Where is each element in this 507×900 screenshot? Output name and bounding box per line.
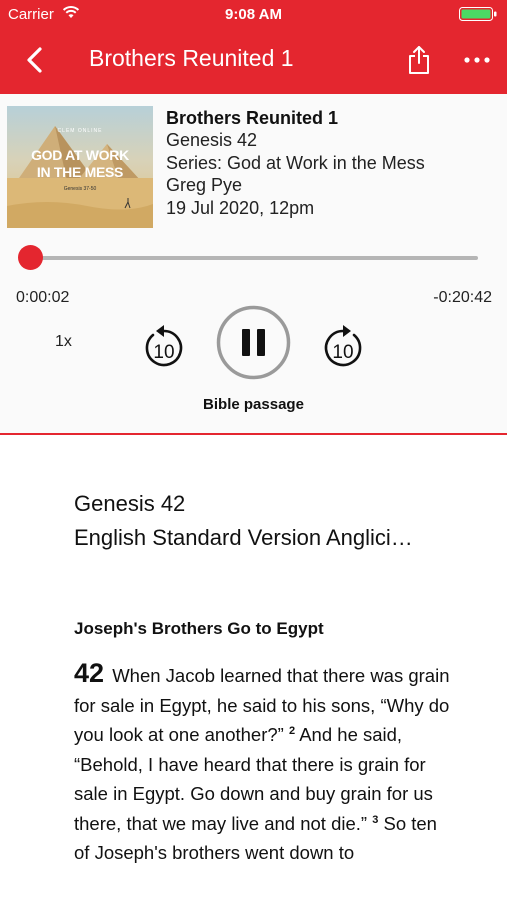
elapsed-time: 0:00:02 xyxy=(16,289,70,306)
chapter-number: 42 xyxy=(74,658,105,688)
artwork-title-line1: GOD AT WORK xyxy=(31,147,129,163)
app-header: Carrier 9:08 AM Brothers Reunited 1 xyxy=(0,0,507,94)
episode-passage: Genesis 42 xyxy=(166,130,258,150)
back-icon[interactable] xyxy=(22,46,48,74)
episode-info: Brothers Reunited 1 Genesis 42 Series: G… xyxy=(166,106,496,219)
verse-number-3: 3 xyxy=(372,813,379,826)
battery-icon xyxy=(459,7,497,21)
progress-thumb[interactable] xyxy=(18,245,43,270)
artwork-title-line2: IN THE MESS xyxy=(36,164,124,180)
progress-track[interactable] xyxy=(22,256,478,260)
playback-speed-button[interactable]: 1x xyxy=(55,333,72,351)
artwork-reference: Genesis 37-50 xyxy=(63,186,97,192)
verse-number-2: 2 xyxy=(288,724,296,737)
episode-artwork: CLEM ONLINE GOD AT WORK IN THE MESS Gene… xyxy=(7,106,153,228)
episode-title: Brothers Reunited 1 xyxy=(166,108,339,128)
bible-content: Genesis 42 English Standard Version Angl… xyxy=(0,435,507,900)
skip-back-icon[interactable]: 10 xyxy=(141,321,187,369)
skip-back-seconds: 10 xyxy=(153,342,174,363)
section-heading: Joseph's Brothers Go to Egypt xyxy=(74,619,324,638)
pause-button[interactable] xyxy=(216,305,291,380)
pause-icon-left xyxy=(242,329,250,356)
episode-date: 19 Jul 2020, 12pm xyxy=(166,197,315,218)
bible-passage-label: Bible passage xyxy=(203,396,304,413)
clock: 9:08 AM xyxy=(225,6,282,23)
remaining-time: -0:20:42 xyxy=(433,289,492,306)
bible-reference: Genesis 42 xyxy=(74,491,186,516)
more-options-icon[interactable] xyxy=(462,54,492,66)
pause-icon-right xyxy=(257,329,265,356)
bible-version: English Standard Version Anglici… xyxy=(74,525,413,550)
episode-series: Series: God at Work in the Mess xyxy=(166,152,425,173)
artwork-caption: CLEM ONLINE xyxy=(57,128,103,134)
bible-passage-text: 42 When Jacob learned that there was gra… xyxy=(74,658,454,868)
skip-forward-seconds: 10 xyxy=(332,342,353,363)
page-title: Brothers Reunited 1 xyxy=(89,45,294,71)
share-icon[interactable] xyxy=(405,44,433,76)
status-bar: Carrier 9:08 AM xyxy=(0,0,507,28)
episode-speaker: Greg Pye xyxy=(166,175,243,195)
skip-forward-icon[interactable]: 10 xyxy=(320,321,366,369)
